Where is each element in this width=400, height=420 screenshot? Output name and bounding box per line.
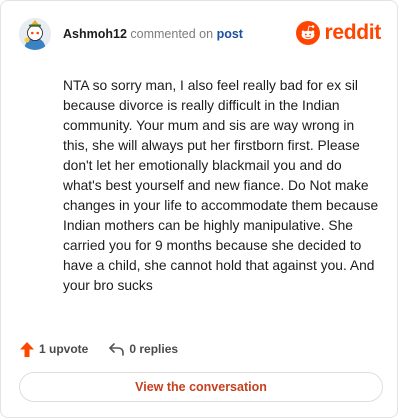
comment-actions: 1 upvote 0 replies <box>19 338 178 360</box>
upvote-button[interactable]: 1 upvote <box>19 341 88 358</box>
reddit-wordmark: reddit <box>324 21 381 44</box>
comment-card: Ashmoh12 commented on post reddit NTA so… <box>0 0 398 418</box>
username[interactable]: Ashmoh12 <box>63 27 127 41</box>
upvote-arrow-icon <box>20 341 34 357</box>
post-link[interactable]: post <box>217 27 243 41</box>
user-avatar[interactable] <box>19 18 51 50</box>
reply-arrow-icon <box>109 342 125 356</box>
reddit-brand[interactable]: reddit <box>296 19 381 47</box>
view-conversation-button[interactable]: View the conversation <box>19 372 383 402</box>
comment-header: Ashmoh12 commented on post reddit <box>19 17 381 51</box>
snoo-avatar-icon <box>19 18 51 50</box>
reddit-logo-icon <box>296 21 321 45</box>
comment-meta: Ashmoh12 commented on post <box>63 27 243 41</box>
commented-on-text: commented on <box>130 27 214 41</box>
replies-button[interactable]: 0 replies <box>108 342 178 357</box>
comment-body: NTA so sorry man, I also feel really bad… <box>63 78 379 293</box>
upvote-count: 1 upvote <box>39 342 89 356</box>
replies-count: 0 replies <box>129 342 179 356</box>
